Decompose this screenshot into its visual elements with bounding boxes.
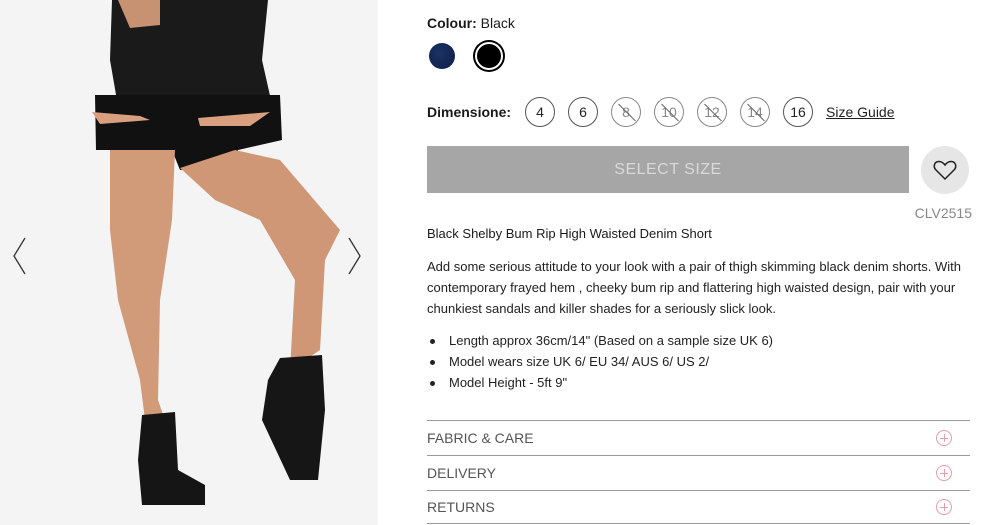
accordion-label: RETURNS	[427, 499, 495, 515]
chevron-right-icon[interactable]	[344, 236, 364, 276]
plus-circle-icon	[936, 430, 952, 446]
plus-circle-icon	[936, 465, 952, 481]
accordion-fabric-care[interactable]: FABRIC & CARE	[427, 420, 970, 455]
swatch-black[interactable]	[475, 42, 503, 70]
size-selector: Dimensione: 4 6 8 10 12 14 16 Size Guide	[427, 97, 895, 127]
heart-icon	[933, 160, 957, 181]
size-option-16[interactable]: 16	[783, 97, 814, 127]
product-image-gallery	[0, 0, 378, 525]
size-option-10[interactable]: 10	[654, 97, 685, 127]
size-option-8[interactable]: 8	[611, 97, 642, 127]
product-sku: CLV2515	[914, 205, 972, 221]
accordion-returns[interactable]: RETURNS	[427, 490, 970, 524]
size-label: Dimensione:	[427, 104, 512, 120]
info-accordion: FABRIC & CARE DELIVERY RETURNS	[427, 420, 970, 524]
size-option-6[interactable]: 6	[568, 97, 599, 127]
feature-item: Length approx 36cm/14" (Based on a sampl…	[427, 330, 773, 351]
chevron-left-icon[interactable]	[10, 236, 30, 276]
colour-value: Black	[480, 15, 515, 31]
accordion-label: DELIVERY	[427, 465, 496, 481]
colour-label: Colour:	[427, 15, 477, 31]
size-option-12[interactable]: 12	[697, 97, 728, 127]
product-title: Black Shelby Bum Rip High Waisted Denim …	[427, 226, 712, 241]
accordion-label: FABRIC & CARE	[427, 430, 534, 446]
swatch-navy[interactable]	[429, 43, 455, 69]
product-photo	[0, 0, 378, 525]
feature-item: Model wears size UK 6/ EU 34/ AUS 6/ US …	[427, 351, 773, 372]
colour-swatches	[429, 42, 503, 70]
plus-circle-icon	[936, 499, 952, 515]
size-option-4[interactable]: 4	[525, 97, 556, 127]
product-features: Length approx 36cm/14" (Based on a sampl…	[427, 330, 773, 393]
size-guide-link[interactable]: Size Guide	[826, 104, 894, 120]
colour-row: Colour: Black	[427, 15, 515, 31]
feature-item: Model Height - 5ft 9"	[427, 372, 773, 393]
accordion-delivery[interactable]: DELIVERY	[427, 455, 970, 490]
size-option-14[interactable]: 14	[740, 97, 771, 127]
product-description: Add some serious attitude to your look w…	[427, 259, 961, 316]
select-size-button[interactable]: SELECT SIZE	[427, 146, 909, 193]
wishlist-button[interactable]	[921, 146, 969, 194]
product-details: Colour: Black Dimensione: 4 6 8 10 12 14…	[427, 0, 972, 525]
